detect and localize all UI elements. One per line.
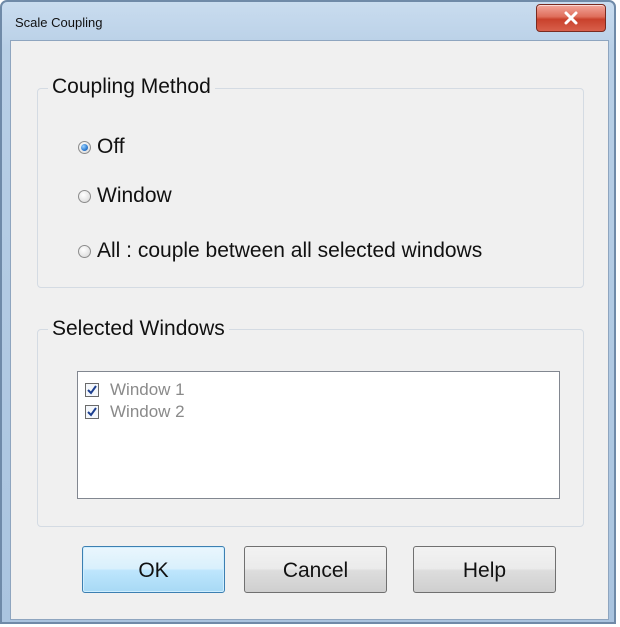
dialog-window: Scale Coupling Coupling Method Off Windo…: [0, 0, 616, 624]
radio-window-label: Window: [97, 184, 172, 207]
list-item-window-1[interactable]: Window 1: [85, 380, 185, 400]
radio-off-indicator[interactable]: [78, 140, 91, 154]
selected-windows-list[interactable]: Window 1 Window 2: [77, 371, 560, 499]
radio-off-label: Off: [97, 135, 125, 158]
help-button[interactable]: Help: [413, 546, 556, 593]
radio-window-indicator[interactable]: [78, 189, 91, 203]
window-2-label: Window 2: [110, 402, 185, 421]
radio-all-indicator[interactable]: [78, 244, 91, 258]
radio-window[interactable]: Window: [78, 184, 172, 208]
cancel-button[interactable]: Cancel: [244, 546, 387, 593]
window-1-label: Window 1: [110, 380, 185, 399]
window-title: Scale Coupling: [15, 15, 103, 30]
check-icon: [87, 385, 97, 395]
title-bar[interactable]: Scale Coupling: [2, 2, 614, 40]
coupling-method-title: Coupling Method: [48, 75, 215, 99]
close-icon: [564, 11, 578, 25]
radio-all-label: All : couple between all selected window…: [97, 239, 483, 262]
radio-all[interactable]: All : couple between all selected window…: [78, 239, 482, 263]
selected-windows-title: Selected Windows: [48, 317, 229, 341]
window-2-checkbox[interactable]: [85, 405, 99, 419]
ok-button[interactable]: OK: [82, 546, 225, 593]
dialog-client-area: Coupling Method Off Window All : couple …: [10, 40, 609, 620]
list-item-window-2[interactable]: Window 2: [85, 402, 185, 422]
radio-off[interactable]: Off: [78, 135, 125, 159]
check-icon: [87, 407, 97, 417]
window-1-checkbox[interactable]: [85, 383, 99, 397]
close-button[interactable]: [536, 4, 606, 32]
